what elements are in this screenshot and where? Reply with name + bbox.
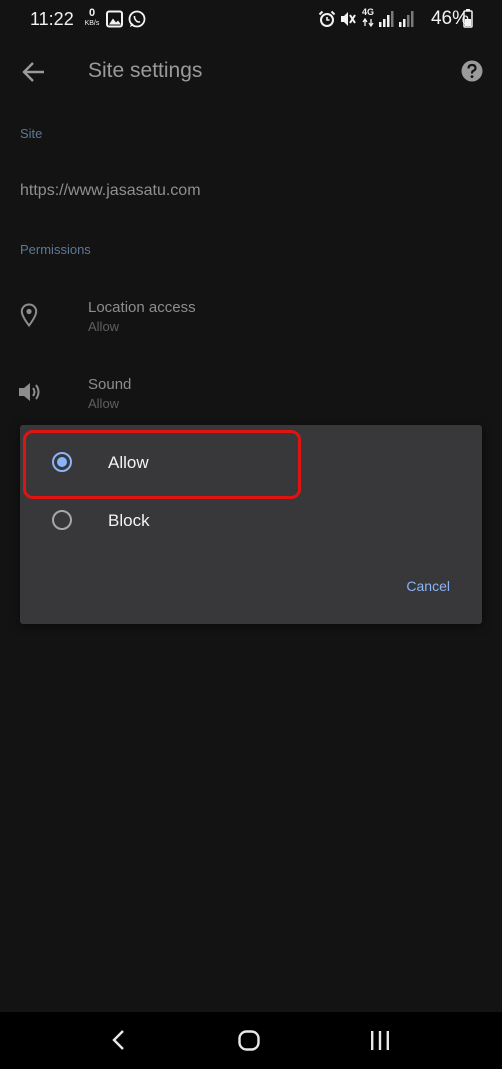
page-title: Site settings bbox=[88, 59, 203, 82]
speaker-icon bbox=[19, 383, 40, 401]
back-arrow-icon[interactable] bbox=[22, 61, 46, 83]
permissions-section-header: Permissions bbox=[20, 242, 91, 257]
signal-strength-2-icon bbox=[399, 11, 414, 27]
status-time: 11:22 bbox=[30, 9, 74, 29]
mute-vibrate-icon bbox=[341, 12, 356, 26]
whatsapp-icon bbox=[128, 10, 146, 28]
gallery-icon bbox=[106, 10, 123, 28]
network-speed-indicator: 0 KB/s bbox=[83, 7, 101, 28]
network-type-label: 4G bbox=[362, 7, 375, 17]
battery-icon bbox=[463, 9, 473, 28]
option-block-label: Block bbox=[108, 511, 150, 530]
permission-title-sound: Sound bbox=[88, 376, 132, 393]
help-icon[interactable] bbox=[461, 60, 483, 82]
nav-back-icon[interactable] bbox=[111, 1029, 125, 1051]
permission-item-sound[interactable] bbox=[0, 366, 502, 424]
signal-strength-icon bbox=[379, 11, 394, 27]
app-bar bbox=[0, 38, 502, 106]
permission-value-sound: Allow bbox=[88, 396, 120, 411]
site-url: https://www.jasasatu.com bbox=[20, 182, 201, 199]
status-bar: 11:22 0 KB/s 4G 46% bbox=[0, 0, 502, 38]
cancel-button[interactable]: Cancel bbox=[406, 578, 450, 594]
network-speed-value: 0 bbox=[88, 7, 96, 19]
site-section-header: Site bbox=[20, 126, 43, 141]
permission-value-location: Allow bbox=[88, 319, 120, 334]
option-block[interactable]: Block bbox=[20, 493, 482, 551]
nav-recents-icon[interactable] bbox=[370, 1030, 390, 1051]
permission-item-location[interactable] bbox=[0, 288, 502, 346]
alarm-icon bbox=[318, 10, 336, 27]
location-pin-icon bbox=[20, 303, 38, 327]
data-arrows-icon bbox=[362, 18, 374, 27]
navigation-bar bbox=[0, 1012, 502, 1069]
highlight-annotation bbox=[23, 430, 301, 499]
network-speed-unit: KB/s bbox=[84, 20, 100, 27]
radio-unselected-icon[interactable] bbox=[52, 510, 72, 530]
permission-title-location: Location access bbox=[88, 299, 196, 316]
nav-home-icon[interactable] bbox=[238, 1030, 260, 1051]
